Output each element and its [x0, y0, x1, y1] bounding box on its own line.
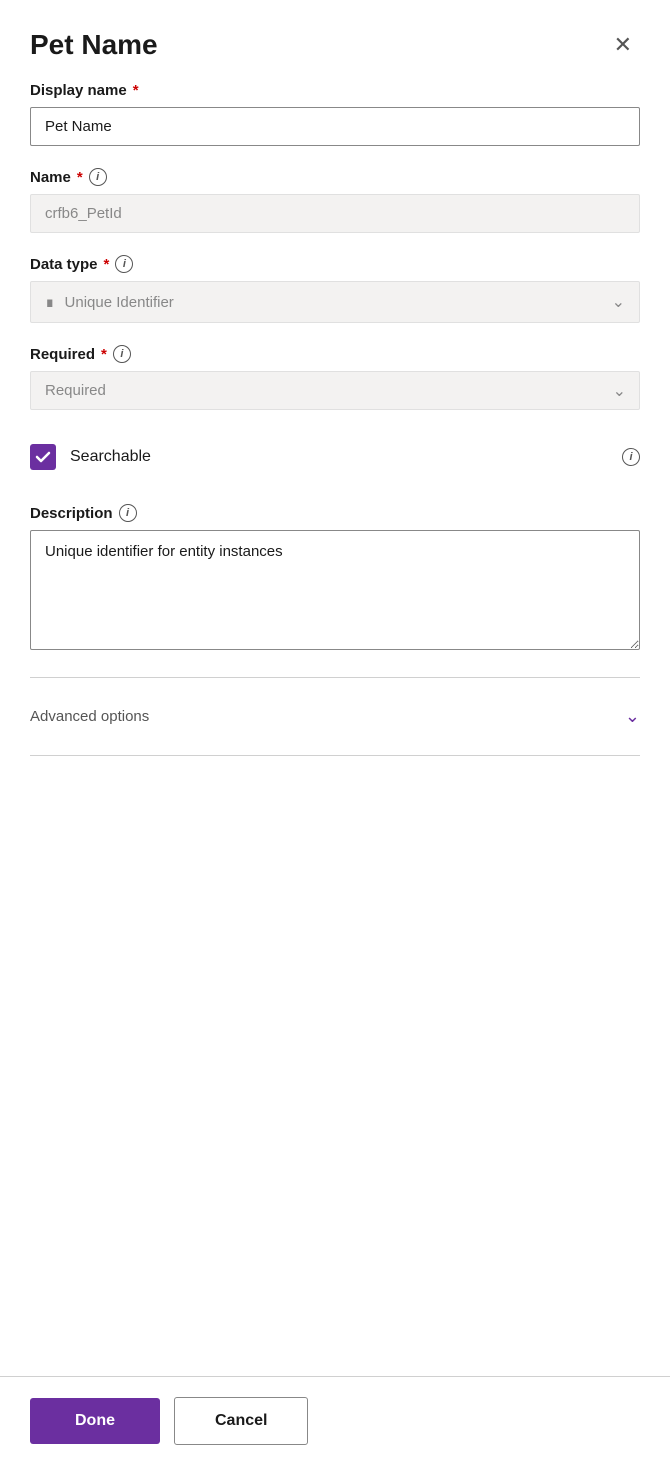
data-type-chevron-icon: ⌄ [612, 292, 625, 312]
divider-top [30, 677, 640, 678]
panel: Pet Name ✕ Display name * Name * i [0, 0, 670, 1465]
searchable-group: Searchable i [30, 432, 640, 482]
advanced-options-label: Advanced options [30, 708, 149, 725]
searchable-left: Searchable [30, 444, 151, 470]
description-label: Description i [30, 504, 640, 522]
name-group: Name * i [30, 168, 640, 233]
close-icon: ✕ [614, 32, 632, 58]
name-label: Name * i [30, 168, 640, 186]
display-name-label: Display name * [30, 82, 640, 99]
display-name-input[interactable] [30, 107, 640, 146]
panel-title: Pet Name [30, 29, 158, 61]
advanced-options-row[interactable]: Advanced options ⌄ [30, 688, 640, 745]
required-info-icon[interactable]: i [113, 345, 131, 363]
close-button[interactable]: ✕ [606, 28, 640, 62]
data-type-required: * [104, 256, 110, 273]
name-info-icon[interactable]: i [89, 168, 107, 186]
searchable-checkbox[interactable] [30, 444, 56, 470]
searchable-info-icon[interactable]: i [622, 448, 640, 466]
data-type-select[interactable]: ∎ Unique Identifier ⌄ [30, 281, 640, 323]
required-select[interactable]: Required Optional [30, 371, 640, 410]
description-info-icon[interactable]: i [119, 504, 137, 522]
required-required: * [101, 346, 107, 363]
panel-header: Pet Name ✕ [0, 0, 670, 82]
data-type-group: Data type * i ∎ Unique Identifier ⌄ [30, 255, 640, 323]
searchable-label: Searchable [70, 448, 151, 466]
data-type-info-icon[interactable]: i [115, 255, 133, 273]
searchable-row: Searchable i [30, 432, 640, 482]
required-select-wrapper: Required Optional ⌄ [30, 371, 640, 410]
panel-body: Display name * Name * i Data type * i ∎ [0, 82, 670, 1376]
data-type-field-icon: ∎ [45, 293, 55, 311]
advanced-options-chevron-icon: ⌄ [625, 706, 640, 727]
name-input [30, 194, 640, 233]
required-group: Required * i Required Optional ⌄ [30, 345, 640, 410]
checkmark-icon [35, 449, 51, 465]
required-label: Required * i [30, 345, 640, 363]
panel-footer: Done Cancel [0, 1376, 670, 1465]
divider-bottom [30, 755, 640, 756]
name-required: * [77, 169, 83, 186]
data-type-value: Unique Identifier [65, 294, 602, 311]
data-type-label: Data type * i [30, 255, 640, 273]
display-name-group: Display name * [30, 82, 640, 146]
done-button[interactable]: Done [30, 1398, 160, 1444]
description-textarea[interactable]: Unique identifier for entity instances [30, 530, 640, 650]
display-name-required: * [133, 82, 139, 99]
description-group: Description i Unique identifier for enti… [30, 504, 640, 655]
cancel-button[interactable]: Cancel [174, 1397, 308, 1445]
